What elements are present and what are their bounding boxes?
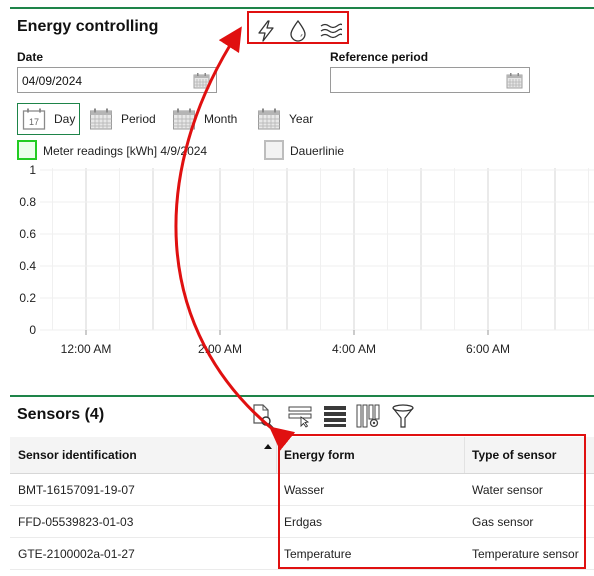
column-settings-icon[interactable]: [355, 403, 381, 429]
svg-text:17: 17: [29, 117, 39, 127]
period-button-year[interactable]: Year: [257, 103, 313, 135]
cell-sensor-id: FFD-05539823-01-03: [18, 514, 134, 529]
calendar-icon: [90, 108, 112, 130]
y-tick-label: 0.2: [19, 291, 36, 305]
meter-readings-chart: 0 0.2 0.4 0.6 0.8 1 12:00 AM 2:00 AM 4:00 AM 6:00…: [19, 163, 594, 356]
legend-label-meter-readings[interactable]: Meter readings [kWh] 4/9/2024: [43, 144, 207, 158]
water-drop-icon[interactable]: [287, 20, 309, 42]
x-tick-label: 12:00 AM: [61, 342, 112, 356]
calendar-day-icon: 17: [22, 108, 46, 130]
x-tick-label: 2:00 AM: [198, 342, 242, 356]
calendar-icon: [258, 108, 280, 130]
page-title: Energy controlling: [17, 18, 159, 35]
table-columns-highlight: [278, 434, 586, 569]
heat-waves-icon[interactable]: [320, 20, 342, 42]
rows-icon[interactable]: [322, 403, 348, 429]
sensors-title: Sensors (4): [17, 406, 105, 423]
row-select-icon[interactable]: [287, 403, 313, 429]
cell-sensor-id: GTE-2100002a-01-27: [18, 546, 135, 561]
section-divider-top: [10, 7, 594, 9]
cell-sensor-id: BMT-16157091-19-07: [18, 482, 135, 497]
legend-swatch-dauerlinie[interactable]: [264, 140, 284, 160]
document-search-icon[interactable]: [250, 403, 276, 429]
calendar-icon[interactable]: [193, 72, 210, 89]
sort-ascending-icon[interactable]: [264, 444, 272, 449]
y-tick-label: 0.6: [19, 227, 36, 241]
legend-label-dauerlinie[interactable]: Dauerlinie: [290, 144, 344, 158]
energy-icons-highlight: [247, 11, 349, 44]
y-tick-label: 1: [29, 163, 36, 177]
section-divider-sensors: [10, 395, 594, 397]
period-button-day[interactable]: 17 Day: [17, 103, 81, 135]
x-tick-label: 4:00 AM: [332, 342, 376, 356]
period-button-period[interactable]: Period: [89, 103, 156, 135]
period-label-year: Year: [289, 112, 314, 126]
calendar-icon: [173, 108, 195, 130]
period-label-period: Period: [121, 112, 156, 126]
electricity-icon[interactable]: [255, 20, 277, 42]
column-header-sensor-id[interactable]: Sensor identification: [18, 437, 268, 473]
calendar-icon[interactable]: [506, 72, 523, 89]
legend-swatch-meter-readings[interactable]: [17, 140, 37, 160]
filter-icon[interactable]: [390, 403, 416, 429]
column-divider: [276, 437, 277, 473]
y-tick-label: 0: [29, 323, 36, 337]
date-field[interactable]: 04/09/2024: [17, 67, 217, 93]
y-tick-label: 0.8: [19, 195, 36, 209]
date-label: Date: [17, 50, 44, 64]
period-label-day: Day: [54, 112, 76, 126]
reference-period-field[interactable]: [330, 67, 530, 93]
period-label-month: Month: [204, 112, 238, 126]
date-value: 04/09/2024: [22, 74, 83, 88]
reference-period-label: Reference period: [330, 50, 429, 64]
x-tick-label: 6:00 AM: [466, 342, 510, 356]
period-button-month[interactable]: Month: [172, 103, 237, 135]
y-tick-label: 0.4: [19, 259, 36, 273]
